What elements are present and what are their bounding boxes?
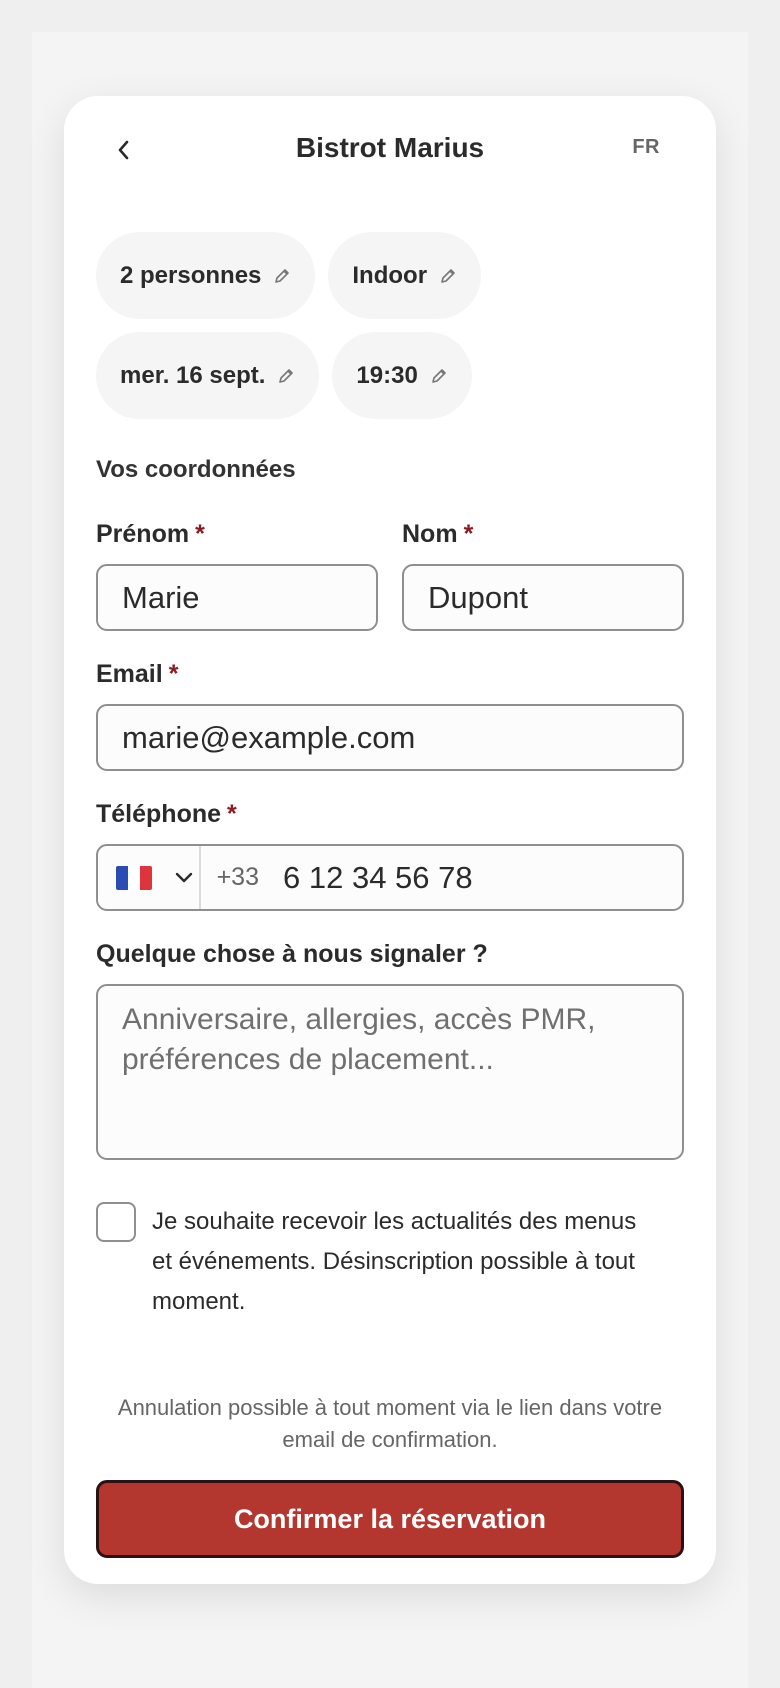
- chip-label: 2 personnes: [120, 261, 262, 289]
- confirm-button[interactable]: Confirmer la réservation: [96, 1480, 684, 1558]
- phone-input[interactable]: [259, 846, 682, 909]
- phone-label: Téléphone *: [96, 800, 237, 829]
- required-mark: *: [227, 800, 237, 828]
- last-name-label: Nom *: [402, 520, 473, 549]
- chip-label: Indoor: [352, 261, 428, 289]
- reservation-card: Bistrot Marius FR 2 personnes Indoor mer…: [64, 96, 716, 1584]
- required-mark: *: [168, 660, 179, 688]
- newsletter-checkbox[interactable]: [96, 1202, 136, 1242]
- label-text: Prénom: [96, 520, 190, 548]
- chip-area[interactable]: Indoor: [328, 232, 482, 319]
- first-name-input[interactable]: [96, 564, 378, 631]
- pencil-icon: [432, 368, 446, 383]
- notes-label: Quelque chose à nous signaler ?: [96, 940, 488, 968]
- section-title: Vos coordonnées: [96, 456, 296, 483]
- booking-summary: 2 personnes Indoor mer. 16 sept. 19:30: [96, 232, 696, 432]
- notes-textarea[interactable]: [96, 984, 684, 1160]
- chevron-down-icon: [175, 872, 193, 882]
- restaurant-title: Bistrot Marius: [295, 132, 485, 163]
- pencil-icon: [441, 268, 455, 283]
- dial-code: +33: [216, 863, 259, 891]
- label-text: Nom: [402, 520, 458, 548]
- chip-label: mer. 16 sept.: [120, 361, 266, 389]
- chip-date[interactable]: mer. 16 sept.: [96, 332, 320, 419]
- required-mark: *: [195, 520, 205, 548]
- first-name-label: Prénom *: [96, 520, 205, 549]
- newsletter-label: Je souhaite recevoir les actualités des …: [152, 1208, 637, 1315]
- language-switch[interactable]: FR: [632, 136, 660, 159]
- country-selector[interactable]: [98, 846, 201, 909]
- last-name-input[interactable]: [402, 564, 684, 631]
- phone-field: +33: [96, 844, 684, 911]
- label-text: Téléphone: [96, 800, 222, 828]
- label-text: Email: [96, 660, 163, 688]
- email-input[interactable]: [96, 704, 684, 771]
- cancellation-note: Annulation possible à tout moment via le…: [117, 1395, 663, 1452]
- email-label: Email *: [96, 660, 178, 689]
- pencil-icon: [279, 368, 294, 383]
- fr-flag-icon: [116, 865, 152, 890]
- required-mark: *: [463, 520, 474, 548]
- pencil-icon: [275, 268, 290, 283]
- chip-label: 19:30: [356, 361, 418, 389]
- header: Bistrot Marius FR: [64, 96, 716, 206]
- chip-party-size[interactable]: 2 personnes: [96, 232, 316, 319]
- chip-time[interactable]: 19:30: [332, 332, 472, 419]
